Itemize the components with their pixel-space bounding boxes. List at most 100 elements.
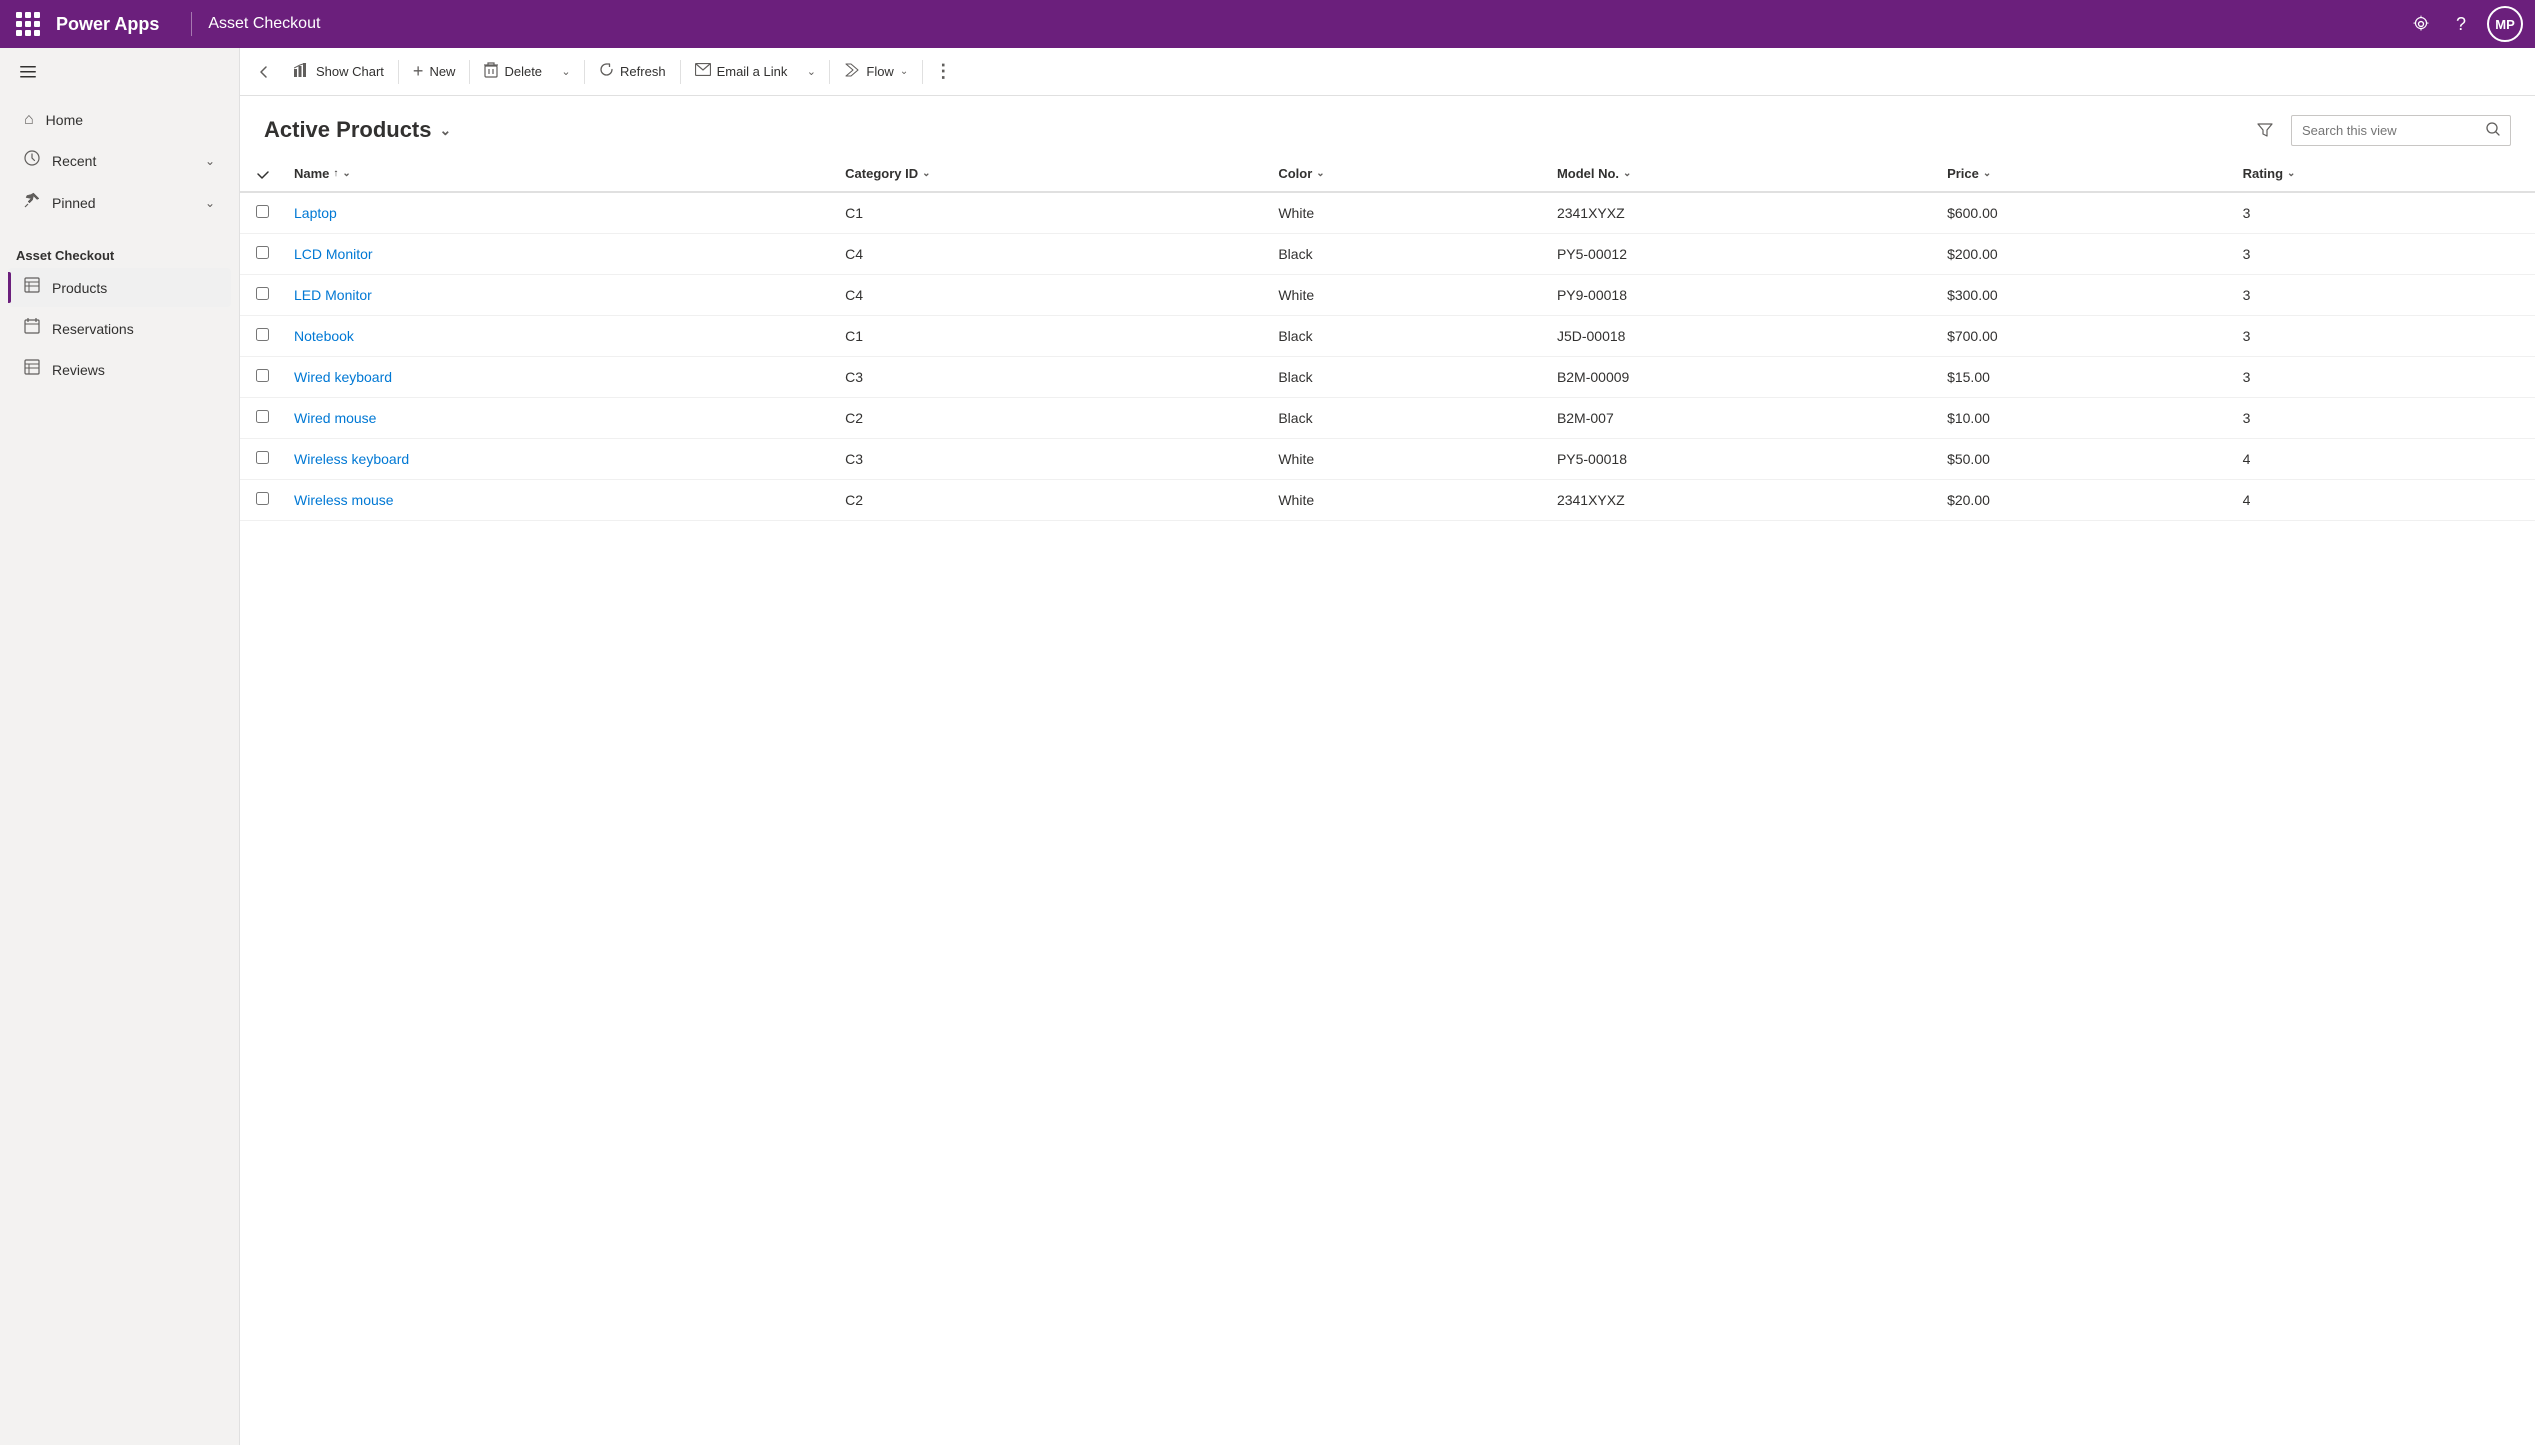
email-link-button[interactable]: Email a Link (685, 57, 798, 86)
row-price-0: $600.00 (1935, 192, 2231, 234)
col-header-name[interactable]: Name ↑ ⌄ (282, 156, 833, 192)
filter-button[interactable] (2247, 112, 2283, 148)
row-model-7: 2341XYXZ (1545, 480, 1935, 521)
table-row: LCD Monitor C4 Black PY5-00012 $200.00 3 (240, 234, 2535, 275)
row-rating-6: 4 (2231, 439, 2535, 480)
search-box[interactable] (2291, 115, 2511, 146)
product-link-0[interactable]: Laptop (294, 205, 337, 221)
products-table-container: Name ↑ ⌄ Category ID ⌄ (240, 156, 2535, 1445)
sidebar-item-pinned[interactable]: Pinned ⌄ (8, 182, 231, 223)
row-model-4: B2M-00009 (1545, 357, 1935, 398)
product-link-4[interactable]: Wired keyboard (294, 369, 392, 385)
row-rating-3: 3 (2231, 316, 2535, 357)
row-name-0[interactable]: Laptop (282, 192, 833, 234)
view-title[interactable]: Active Products ⌄ (264, 117, 451, 143)
email-chevron[interactable]: ⌄ (797, 58, 825, 86)
sidebar-item-home-label: Home (46, 112, 83, 128)
view-header: Active Products ⌄ (240, 96, 2535, 156)
help-button[interactable]: ? (2443, 6, 2479, 42)
toolbar-divider-3 (584, 60, 585, 84)
show-chart-button[interactable]: Show Chart (284, 57, 394, 87)
row-name-1[interactable]: LCD Monitor (282, 234, 833, 275)
product-link-1[interactable]: LCD Monitor (294, 246, 373, 262)
row-price-3: $700.00 (1935, 316, 2231, 357)
toolbar-divider-5 (829, 60, 830, 84)
sidebar-item-reservations-label: Reservations (52, 321, 134, 337)
sidebar-item-recent-label: Recent (52, 153, 96, 169)
row-checkbox-2[interactable] (240, 275, 282, 316)
search-icon (2486, 122, 2500, 139)
view-title-text: Active Products (264, 117, 432, 143)
sidebar-nav: ⌂ Home Recent ⌄ (0, 96, 239, 228)
chart-icon (294, 63, 310, 81)
search-input[interactable] (2302, 123, 2478, 138)
row-price-6: $50.00 (1935, 439, 2231, 480)
product-link-6[interactable]: Wireless keyboard (294, 451, 409, 467)
row-category-4: C3 (833, 357, 1266, 398)
row-rating-2: 3 (2231, 275, 2535, 316)
main-layout: ⌂ Home Recent ⌄ (0, 48, 2535, 1445)
col-price-chevron-icon: ⌄ (1983, 168, 1991, 179)
pin-icon (24, 192, 40, 213)
row-checkbox-3[interactable] (240, 316, 282, 357)
sidebar-item-reservations[interactable]: Reservations (8, 309, 231, 348)
product-link-2[interactable]: LED Monitor (294, 287, 372, 303)
settings-button[interactable] (2403, 6, 2439, 42)
sidebar-item-products[interactable]: Products (8, 268, 231, 307)
user-avatar[interactable]: MP (2487, 6, 2523, 42)
refresh-label: Refresh (620, 64, 666, 79)
delete-chevron[interactable]: ⌄ (552, 58, 580, 86)
col-header-model[interactable]: Model No. ⌄ (1545, 156, 1935, 192)
waffle-menu[interactable] (12, 8, 44, 40)
product-link-3[interactable]: Notebook (294, 328, 354, 344)
row-checkbox-6[interactable] (240, 439, 282, 480)
sidebar-item-reviews[interactable]: Reviews (8, 350, 231, 389)
row-category-5: C2 (833, 398, 1266, 439)
delete-button[interactable]: Delete (474, 56, 552, 88)
col-header-color[interactable]: Color ⌄ (1266, 156, 1545, 192)
top-bar-divider (191, 12, 192, 36)
row-model-6: PY5-00018 (1545, 439, 1935, 480)
sidebar-item-home[interactable]: ⌂ Home (8, 101, 231, 139)
product-link-5[interactable]: Wired mouse (294, 410, 376, 426)
table-row: Wireless mouse C2 White 2341XYXZ $20.00 … (240, 480, 2535, 521)
row-name-6[interactable]: Wireless keyboard (282, 439, 833, 480)
select-all-header[interactable] (240, 156, 282, 192)
col-category-label: Category ID (845, 166, 918, 181)
toolbar-divider-4 (680, 60, 681, 84)
email-icon (695, 63, 711, 80)
col-rating-label: Rating (2243, 166, 2283, 181)
row-checkbox-1[interactable] (240, 234, 282, 275)
row-name-7[interactable]: Wireless mouse (282, 480, 833, 521)
product-link-7[interactable]: Wireless mouse (294, 492, 394, 508)
refresh-button[interactable]: Refresh (589, 56, 676, 87)
row-name-2[interactable]: LED Monitor (282, 275, 833, 316)
flow-button[interactable]: Flow ⌄ (834, 56, 918, 88)
row-rating-4: 3 (2231, 357, 2535, 398)
row-model-3: J5D-00018 (1545, 316, 1935, 357)
row-checkbox-5[interactable] (240, 398, 282, 439)
new-button[interactable]: + New (403, 55, 466, 88)
content-area: Show Chart + New Delete (240, 48, 2535, 1445)
more-button[interactable]: ⋮ (927, 56, 959, 88)
app-brand: Power Apps (56, 14, 159, 35)
products-table: Name ↑ ⌄ Category ID ⌄ (240, 156, 2535, 521)
row-checkbox-4[interactable] (240, 357, 282, 398)
row-model-1: PY5-00012 (1545, 234, 1935, 275)
row-name-3[interactable]: Notebook (282, 316, 833, 357)
row-name-4[interactable]: Wired keyboard (282, 357, 833, 398)
row-category-6: C3 (833, 439, 1266, 480)
row-model-2: PY9-00018 (1545, 275, 1935, 316)
col-header-rating[interactable]: Rating ⌄ (2231, 156, 2535, 192)
col-header-price[interactable]: Price ⌄ (1935, 156, 2231, 192)
row-checkbox-7[interactable] (240, 480, 282, 521)
sidebar: ⌂ Home Recent ⌄ (0, 48, 240, 1445)
col-header-category[interactable]: Category ID ⌄ (833, 156, 1266, 192)
col-price-label: Price (1947, 166, 1979, 181)
row-checkbox-0[interactable] (240, 192, 282, 234)
row-name-5[interactable]: Wired mouse (282, 398, 833, 439)
sidebar-item-recent[interactable]: Recent ⌄ (8, 140, 231, 181)
toolbar: Show Chart + New Delete (240, 48, 2535, 96)
back-button[interactable] (248, 56, 280, 88)
sidebar-toggle[interactable] (8, 52, 48, 92)
